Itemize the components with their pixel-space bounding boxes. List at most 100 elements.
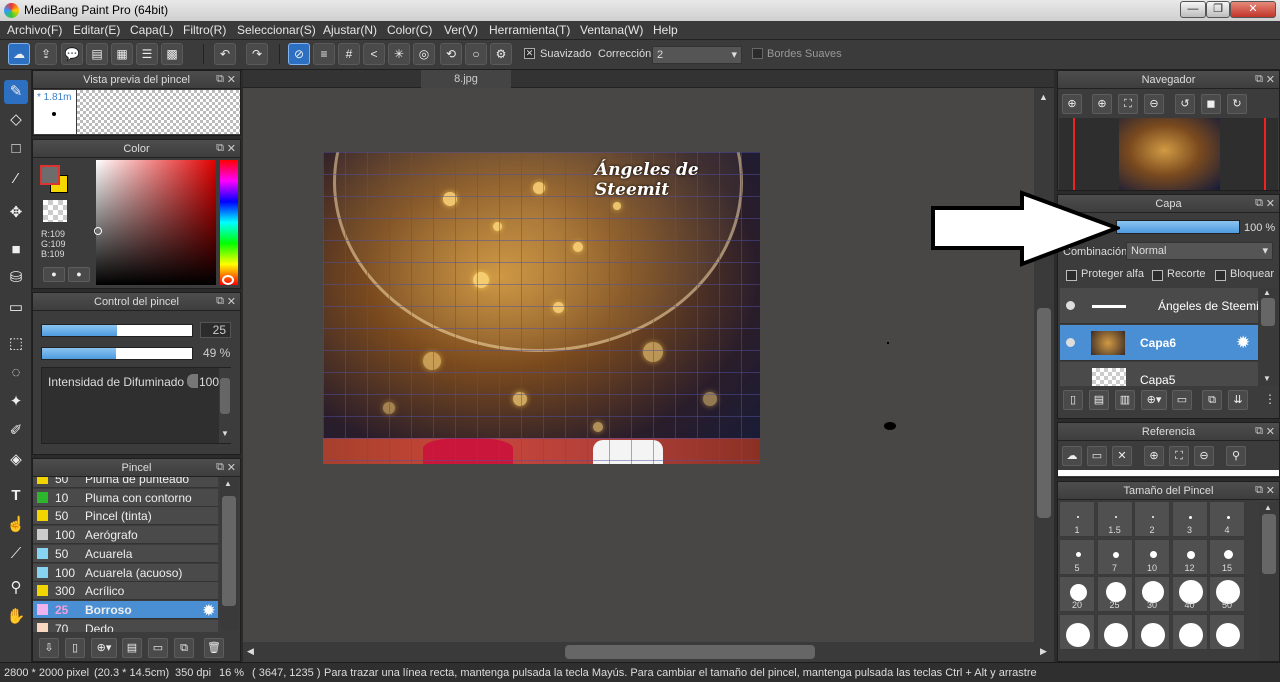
- fill-rect-tool-icon[interactable]: ■: [4, 238, 28, 262]
- menu-help[interactable]: Help: [653, 23, 678, 37]
- chevron-right-icon[interactable]: ▶: [1040, 646, 1047, 657]
- brush-size-preset[interactable]: 12: [1171, 538, 1208, 575]
- gear-icon[interactable]: ⚙: [490, 43, 512, 65]
- brush-size-preset[interactable]: 3: [1171, 501, 1208, 537]
- navigator-preview[interactable]: [1059, 118, 1278, 190]
- correction-select[interactable]: 2 ▾: [652, 46, 742, 64]
- chevron-down-icon[interactable]: ▼: [221, 429, 229, 438]
- brush-size-preset[interactable]: 4: [1209, 501, 1245, 537]
- menu-ver[interactable]: Ver(V): [444, 23, 478, 37]
- duplicate-icon[interactable]: ⧉: [174, 638, 194, 658]
- menu-archivo[interactable]: Archivo(F): [7, 23, 62, 37]
- brush-size-preset[interactable]: 5: [1059, 538, 1095, 575]
- layer-opacity-slider[interactable]: [1116, 220, 1240, 234]
- brush-item-selected[interactable]: 25 Borroso ✹: [33, 600, 218, 619]
- chat-icon[interactable]: 💬: [61, 43, 83, 65]
- chevron-up-icon[interactable]: ▲: [1039, 92, 1048, 102]
- brush-size-preset[interactable]: [1134, 613, 1170, 650]
- vanishing-point-icon[interactable]: <: [363, 43, 385, 65]
- close-icon[interactable]: ✕: [227, 295, 236, 308]
- saturation-brightness-picker[interactable]: [94, 160, 216, 285]
- close-reference-icon[interactable]: ✕: [1112, 446, 1132, 466]
- brush-tool-icon[interactable]: ✎: [4, 80, 28, 104]
- layer-row[interactable]: Capa5: [1060, 362, 1258, 386]
- brush-size-preset[interactable]: 15: [1209, 538, 1245, 575]
- undock-icon[interactable]: ⧉: [1255, 197, 1263, 210]
- brush-size-preset[interactable]: 1: [1059, 501, 1095, 537]
- canvas-horizontal-scrollbar[interactable]: ◀ ▶: [243, 642, 1054, 662]
- chevron-up-icon[interactable]: ▲: [1263, 288, 1271, 297]
- soft-edges-checkbox[interactable]: [752, 48, 763, 59]
- brush-item[interactable]: 50 Pincel (tinta): [33, 507, 218, 526]
- select-eraser-tool-icon[interactable]: ◈: [4, 448, 28, 472]
- document-tab[interactable]: 8.jpg: [421, 70, 511, 88]
- pen-tool-icon[interactable]: ⁄: [4, 167, 28, 191]
- concentric-snap-icon[interactable]: ◎: [413, 43, 435, 65]
- move-tool-icon[interactable]: ✥: [4, 201, 28, 225]
- brush-size-preset[interactable]: 7: [1096, 538, 1133, 575]
- brush-size-preset[interactable]: [1209, 613, 1245, 650]
- chevron-left-icon[interactable]: ◀: [247, 646, 254, 657]
- menu-seleccionar[interactable]: Seleccionar(S): [237, 23, 316, 37]
- brush-item[interactable]: 70 Dedo: [33, 619, 218, 632]
- cross-snap-icon[interactable]: #: [338, 43, 360, 65]
- close-icon[interactable]: ✕: [1266, 484, 1275, 497]
- zoom-out-icon[interactable]: ⊖: [1144, 94, 1164, 114]
- brush-item[interactable]: 100 Acuarela (acuoso): [33, 563, 218, 582]
- clip-checkbox[interactable]: [1152, 270, 1163, 281]
- parallel-snap-icon[interactable]: ≡: [313, 43, 335, 65]
- gear-icon[interactable]: ✹: [203, 602, 215, 619]
- gradient-tool-icon[interactable]: ▭: [4, 296, 28, 320]
- close-icon[interactable]: ✕: [227, 461, 236, 474]
- brush-size-preset[interactable]: 2: [1134, 501, 1170, 537]
- chevron-down-icon[interactable]: ▼: [1263, 374, 1271, 383]
- close-icon[interactable]: ✕: [1266, 197, 1275, 210]
- close-button[interactable]: ✕: [1230, 1, 1276, 18]
- gear-icon[interactable]: ✹: [1236, 333, 1250, 353]
- trash-icon[interactable]: 🗑: [204, 638, 224, 658]
- primary-color-swatch[interactable]: [40, 165, 60, 185]
- list-icon[interactable]: ☰: [136, 43, 158, 65]
- vertical-ellipsis-icon[interactable]: ⋮: [1264, 392, 1276, 406]
- download-brush-icon[interactable]: ⇩: [39, 638, 59, 658]
- menu-filtro[interactable]: Filtro(R): [183, 23, 226, 37]
- brush-settings-icon[interactable]: ▤: [122, 638, 142, 658]
- add-brush-icon[interactable]: ⊕▾: [91, 638, 117, 658]
- blend-mode-select[interactable]: Normal ▾: [1126, 242, 1273, 260]
- menu-color[interactable]: Color(C): [387, 23, 432, 37]
- layer-list-scrollbar[interactable]: ▲ ▼: [1258, 288, 1278, 386]
- new-layer-icon[interactable]: ▯: [1063, 390, 1083, 410]
- brush-item[interactable]: 50 Pluma de punteado: [33, 477, 218, 488]
- zoom-in-icon[interactable]: ⊕: [1062, 94, 1082, 114]
- brush-size-preset[interactable]: 10: [1134, 538, 1170, 575]
- select-pen-tool-icon[interactable]: ✐: [4, 419, 28, 443]
- brush-item[interactable]: 10 Pluma con contorno: [33, 488, 218, 507]
- menu-ajustar[interactable]: Ajustar(N): [323, 23, 377, 37]
- eraser-tool-icon[interactable]: ◇: [4, 108, 28, 132]
- brush-size-preset[interactable]: [1096, 613, 1133, 650]
- radial-snap-icon[interactable]: ✳: [388, 43, 410, 65]
- brush-size-scrollbar[interactable]: ▲: [1259, 502, 1279, 661]
- undo-icon[interactable]: ↶: [214, 43, 236, 65]
- palette-icon[interactable]: ●: [43, 267, 65, 282]
- brush-size-preset[interactable]: 1.5: [1096, 501, 1133, 537]
- folder-icon[interactable]: ▭: [1172, 390, 1192, 410]
- menu-herramienta[interactable]: Herramienta(T): [489, 23, 570, 37]
- document-icon[interactable]: ▦: [111, 43, 133, 65]
- brush-size-value[interactable]: 25: [200, 322, 231, 338]
- layer-row[interactable]: Ángeles de Steemit: [1060, 288, 1258, 324]
- close-icon[interactable]: ✕: [1266, 73, 1275, 86]
- color-picker-icon[interactable]: ●: [68, 267, 90, 282]
- undock-icon[interactable]: ⧉: [216, 73, 224, 86]
- brush-control-scrollbar[interactable]: ▼: [219, 368, 231, 443]
- new-halftone-layer-icon[interactable]: ▤: [1089, 390, 1109, 410]
- fit-screen-icon[interactable]: ⛶: [1169, 446, 1189, 466]
- brush-size-preset[interactable]: [1059, 613, 1095, 650]
- brush-size-preset[interactable]: 50: [1209, 576, 1245, 612]
- lasso-tool-icon[interactable]: ◌: [4, 361, 28, 385]
- close-icon[interactable]: ✕: [227, 142, 236, 155]
- close-icon[interactable]: ✕: [227, 73, 236, 86]
- cloud-download-icon[interactable]: ☁: [1062, 446, 1082, 466]
- lock-checkbox[interactable]: [1215, 270, 1226, 281]
- rotate-right-icon[interactable]: ↻: [1227, 94, 1247, 114]
